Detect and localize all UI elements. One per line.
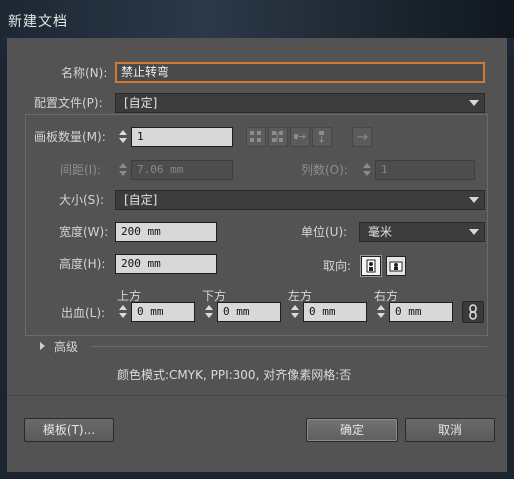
spacing-input[interactable]: 7.06 mm — [131, 160, 233, 180]
arrange-by-column-icon — [319, 131, 324, 143]
bleed-right-stepper[interactable] — [376, 303, 387, 321]
height-input[interactable]: 200 mm — [115, 254, 217, 274]
chevron-down-icon — [469, 229, 479, 235]
arrange-by-row-icon — [294, 134, 306, 139]
chevron-down-icon — [469, 100, 479, 106]
stepper-down-icon[interactable] — [377, 313, 385, 318]
templates-button[interactable]: 模板(T)... — [24, 418, 114, 442]
profile-label: 配置文件(P): — [34, 96, 103, 110]
bleed-bottom-input[interactable]: 0 mm — [217, 302, 281, 322]
stepper-up-icon[interactable] — [205, 305, 213, 310]
landscape-button[interactable] — [386, 256, 406, 276]
bleed-label: 出血(L): — [61, 306, 106, 320]
advanced-toggle[interactable]: 高级 — [54, 338, 78, 355]
grid-by-row-icon — [250, 131, 261, 142]
bleed-left-input[interactable]: 0 mm — [303, 302, 367, 322]
profile-value: [自定] — [124, 96, 158, 110]
stepper-up-icon[interactable] — [377, 305, 385, 310]
stepper-up-icon[interactable] — [291, 305, 299, 310]
bleed-bottom-stepper[interactable] — [204, 303, 215, 321]
stepper-up-icon[interactable] — [119, 130, 127, 135]
units-value: 毫米 — [368, 225, 393, 239]
height-label: 高度(H): — [59, 257, 106, 271]
orientation-label: 取向: — [323, 259, 352, 273]
right-to-left-icon — [357, 133, 368, 141]
stepper-up-icon[interactable] — [119, 305, 127, 310]
dialog-body: 名称(N): 禁止转弯 配置文件(P): [自定] 画板数量(M): 1 间距(… — [7, 38, 507, 472]
cancel-button[interactable]: 取消 — [405, 418, 495, 442]
name-label: 名称(N): — [61, 66, 108, 80]
units-label: 单位(U): — [301, 225, 348, 239]
group-frame-bottom — [25, 335, 488, 336]
bleed-left-stepper[interactable] — [290, 303, 301, 321]
spacing-label: 间距(I): — [60, 163, 101, 177]
stepper-up-icon[interactable] — [119, 163, 127, 168]
stepper-down-icon[interactable] — [363, 171, 371, 176]
grid-by-row-button[interactable] — [246, 127, 266, 147]
width-input[interactable]: 200 mm — [115, 222, 217, 242]
grid-by-column-button[interactable] — [268, 127, 288, 147]
link-bleed-button[interactable] — [462, 301, 484, 323]
stepper-down-icon[interactable] — [205, 313, 213, 318]
disclosure-triangle-icon[interactable] — [40, 342, 45, 350]
chevron-down-icon — [469, 197, 479, 203]
size-value: [自定] — [124, 193, 158, 207]
footer-divider — [7, 395, 507, 396]
landscape-icon — [389, 261, 403, 272]
width-label: 宽度(W): — [59, 225, 109, 239]
stepper-down-icon[interactable] — [119, 138, 127, 143]
portrait-button[interactable] — [361, 256, 381, 276]
group-frame-left — [25, 114, 26, 336]
bleed-right-input[interactable]: 0 mm — [389, 302, 453, 322]
stepper-down-icon[interactable] — [119, 313, 127, 318]
columns-stepper[interactable] — [362, 161, 373, 179]
document-info: 颜色模式:CMYK, PPI:300, 对齐像素网格:否 — [117, 368, 352, 382]
new-document-dialog: 新建文档 名称(N): 禁止转弯 配置文件(P): [自定] 画板数量(M): … — [0, 0, 514, 479]
group-frame-top — [25, 114, 488, 115]
advanced-divider — [91, 346, 487, 347]
bleed-top-input[interactable]: 0 mm — [131, 302, 195, 322]
units-select[interactable]: 毫米 — [359, 222, 485, 242]
arrange-by-column-button[interactable] — [312, 127, 332, 147]
columns-label: 列数(O): — [301, 163, 348, 177]
columns-input[interactable]: 1 — [375, 160, 475, 180]
ok-button[interactable]: 确定 — [306, 418, 398, 442]
stepper-down-icon[interactable] — [291, 313, 299, 318]
arrange-by-row-button[interactable] — [290, 127, 310, 147]
artboards-stepper[interactable] — [118, 128, 129, 146]
artboards-label: 画板数量(M): — [34, 130, 106, 144]
spacing-stepper[interactable] — [118, 161, 129, 179]
artboards-input[interactable]: 1 — [131, 127, 233, 147]
name-input[interactable]: 禁止转弯 — [115, 62, 485, 83]
size-select[interactable]: [自定] — [115, 190, 485, 210]
profile-select[interactable]: [自定] — [115, 93, 485, 113]
stepper-up-icon[interactable] — [363, 163, 371, 168]
group-frame-right — [487, 114, 488, 336]
grid-by-column-icon — [272, 131, 283, 142]
bleed-top-stepper[interactable] — [118, 303, 129, 321]
right-to-left-button[interactable] — [352, 127, 372, 147]
size-label: 大小(S): — [59, 193, 105, 207]
stepper-down-icon[interactable] — [119, 171, 127, 176]
dialog-title: 新建文档 — [8, 14, 68, 30]
title-bar[interactable]: 新建文档 — [0, 0, 514, 38]
portrait-icon — [366, 259, 376, 273]
link-chain-icon — [469, 304, 477, 320]
